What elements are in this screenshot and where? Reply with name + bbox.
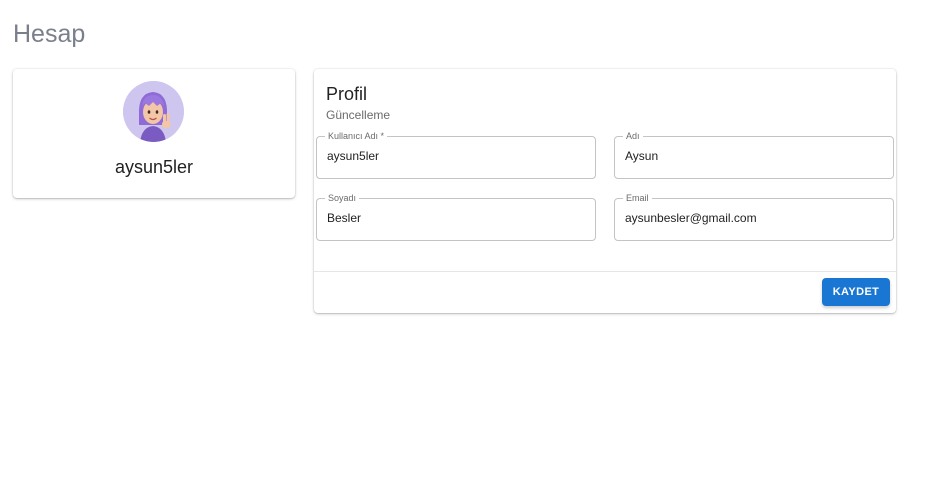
card-subtitle: Güncelleme	[326, 108, 391, 122]
page-title: Hesap	[13, 20, 86, 48]
surname-input[interactable]	[327, 211, 567, 225]
user-card: aysun5ler	[13, 69, 295, 198]
email-field: Email	[614, 192, 894, 241]
avatar	[123, 81, 184, 142]
username-display: aysun5ler	[114, 157, 194, 177]
memoji-avatar-icon	[123, 81, 184, 142]
surname-label: Soyadı	[325, 192, 360, 204]
username-input[interactable]	[327, 149, 567, 163]
profile-card: Profil Güncelleme Kullanıcı Adı * Adı So…	[314, 69, 896, 313]
card-divider	[314, 271, 896, 272]
email-label: Email	[623, 192, 652, 204]
username-label: Kullanıcı Adı *	[325, 130, 388, 142]
email-input[interactable]	[625, 211, 865, 225]
name-label: Adı	[623, 130, 643, 142]
name-field: Adı	[614, 130, 894, 179]
surname-field: Soyadı	[316, 192, 596, 241]
username-field: Kullanıcı Adı *	[316, 130, 596, 179]
card-title: Profil	[326, 84, 368, 104]
save-button[interactable]: KAYDET	[822, 278, 890, 306]
name-input[interactable]	[625, 149, 865, 163]
